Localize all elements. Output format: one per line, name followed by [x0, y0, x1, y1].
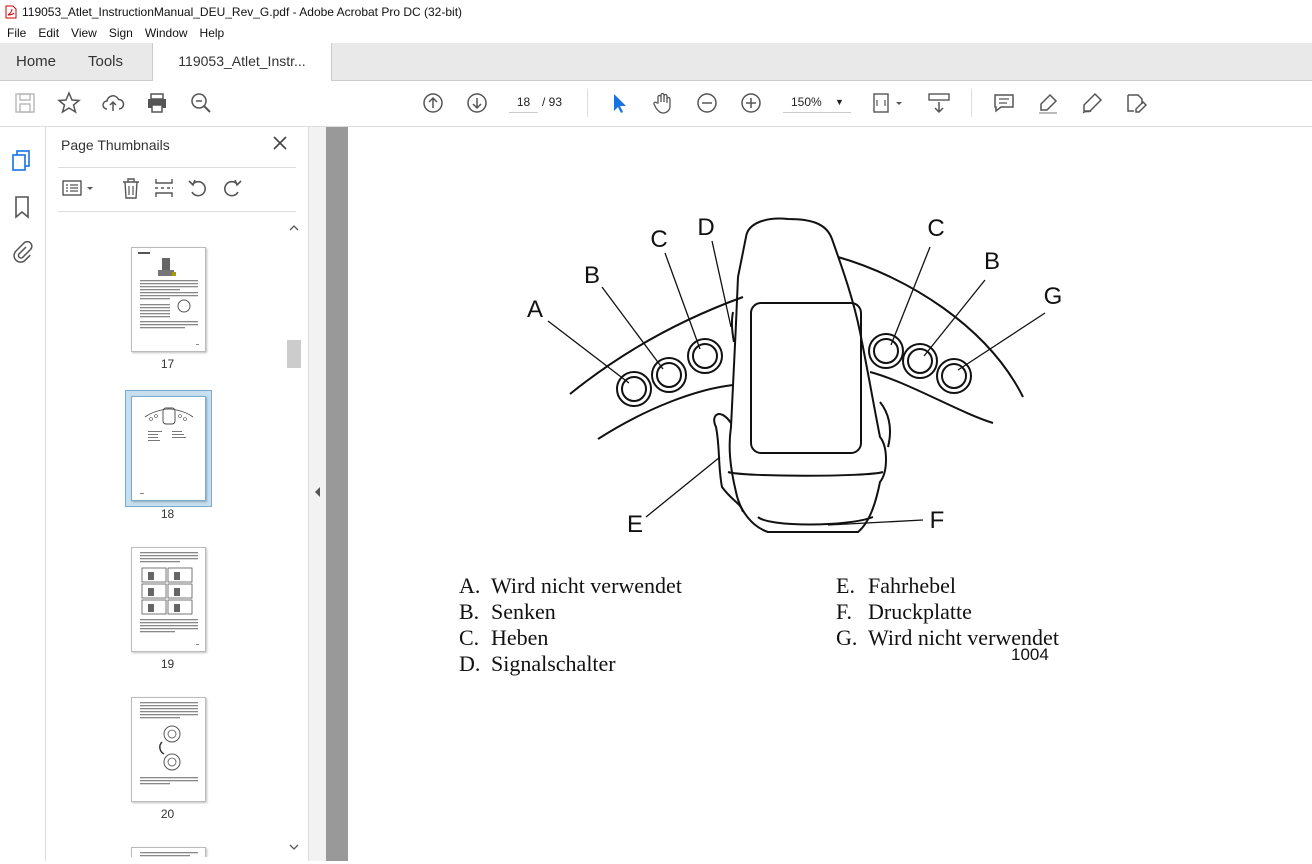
legend-key: E. [836, 573, 855, 598]
legend-text: Fahrhebel [868, 573, 956, 598]
comment-icon[interactable] [992, 91, 1016, 115]
legend-key: A. [459, 573, 481, 598]
toolbar-divider [587, 89, 588, 117]
zoom-in-icon[interactable] [739, 91, 763, 115]
rotate-clockwise-icon[interactable] [221, 176, 243, 200]
callout-c-left: C [650, 226, 667, 253]
callout-a: A [527, 296, 543, 323]
thumbnail-label: 17 [160, 357, 175, 371]
callout-c-right: C [927, 215, 944, 242]
title-bar: 119053_Atlet_InstructionManual_DEU_Rev_G… [0, 0, 1312, 23]
legend-text: Wird nicht verwendet [868, 625, 1059, 650]
tab-document[interactable]: 119053_Atlet_Instr... [152, 43, 332, 81]
legend-key: B. [459, 599, 480, 624]
callout-e: E [627, 511, 643, 538]
document-gutter [326, 127, 348, 861]
scrollbar-thumb[interactable] [287, 340, 301, 368]
previous-page-icon[interactable] [421, 91, 445, 115]
zoom-search-icon[interactable] [189, 91, 213, 115]
legend-item: D. Signalschalter [459, 651, 682, 677]
delete-page-icon[interactable] [120, 176, 142, 200]
legend-text: Heben [491, 625, 549, 650]
callout-b-right: B [984, 248, 1000, 275]
window-title: 119053_Atlet_InstructionManual_DEU_Rev_G… [22, 4, 463, 19]
draw-sign-icon[interactable] [1080, 91, 1104, 115]
close-icon[interactable] [272, 135, 288, 151]
chevron-down-icon: ▼ [835, 97, 844, 107]
save-icon[interactable] [13, 91, 37, 115]
callout-f: F [930, 507, 945, 534]
thumbnail-list: 17 18 19 20 [46, 212, 286, 857]
pdf-file-icon [5, 5, 17, 18]
menu-sign[interactable]: Sign [102, 26, 138, 40]
extract-pages-icon[interactable] [153, 176, 175, 200]
document-page: A B C D C B G E F 1004 A. Wird nicht verw… [348, 127, 1312, 861]
legend-left: A. Wird nicht verwendet B. Senken C. Heben … [459, 573, 682, 677]
menu-view[interactable]: View [64, 26, 102, 40]
thumbnail-label: 18 [160, 507, 175, 521]
legend-item: F. Druckplatte [836, 599, 1059, 625]
legend-text: Senken [491, 599, 556, 624]
thumbnail-page-21[interactable] [131, 847, 206, 857]
star-icon[interactable] [57, 91, 81, 115]
legend-key: F. [836, 599, 852, 624]
legend-text: Druckplatte [868, 599, 972, 624]
legend-item: C. Heben [459, 625, 682, 651]
legend-right: E. Fahrhebel F. Druckplatte G. Wird nicht v… [836, 573, 1059, 651]
page-total: / 93 [542, 95, 563, 109]
panel-title: Page Thumbnails [61, 137, 170, 153]
thumbnail-scrollbar[interactable] [287, 215, 301, 860]
callout-d: D [697, 214, 714, 241]
hand-tool-icon[interactable] [651, 91, 675, 115]
legend-text: Signalschalter [491, 651, 616, 676]
highlight-pen-icon[interactable] [1036, 91, 1060, 115]
left-rail [0, 127, 46, 861]
menu-window[interactable]: Window [138, 26, 193, 40]
legend-item: A. Wird nicht verwendet [459, 573, 682, 599]
tab-home[interactable]: Home [16, 43, 56, 80]
page-fit-icon[interactable] [871, 91, 905, 115]
page-number-input[interactable]: 18 [509, 92, 538, 113]
menu-help[interactable]: Help [193, 26, 230, 40]
joystick-control-diagram: A B C D C B G E F [527, 214, 1063, 538]
thumbnail-page-18[interactable] [131, 396, 206, 501]
zoom-level-value: 150% [791, 95, 822, 109]
bookmark-icon[interactable] [11, 195, 33, 219]
menu-file[interactable]: File [0, 26, 31, 40]
thumbnail-options-icon[interactable] [62, 176, 96, 200]
menu-edit[interactable]: Edit [31, 26, 64, 40]
zoom-level-dropdown[interactable]: 150% ▼ [783, 92, 851, 113]
callout-b-left: B [584, 262, 600, 289]
print-icon[interactable] [145, 91, 169, 115]
thumbnail-page-19[interactable] [131, 547, 206, 652]
tab-tools[interactable]: Tools [88, 43, 123, 80]
panel-divider [58, 167, 296, 168]
tab-bar: Home Tools 119053_Atlet_Instr... [0, 43, 1312, 81]
zoom-out-icon[interactable] [695, 91, 719, 115]
thumbnail-label: 19 [160, 657, 175, 671]
rotate-counterclockwise-icon[interactable] [187, 176, 209, 200]
legend-text: Wird nicht verwendet [491, 573, 682, 598]
select-cursor-icon[interactable] [607, 91, 631, 115]
legend-key: D. [459, 651, 481, 676]
cloud-upload-icon[interactable] [101, 91, 125, 115]
legend-key: G. [836, 625, 858, 650]
toolbar-divider [971, 89, 972, 117]
attachment-icon[interactable] [11, 240, 33, 264]
next-page-icon[interactable] [465, 91, 489, 115]
callout-g: G [1044, 283, 1063, 310]
legend-item: B. Senken [459, 599, 682, 625]
page-thumbnails-icon[interactable] [11, 149, 33, 173]
legend-key: C. [459, 625, 480, 650]
legend-item: G. Wird nicht verwendet [836, 625, 1059, 651]
panel-collapse-handle[interactable] [308, 127, 327, 861]
thumbnail-label: 20 [160, 807, 175, 821]
thumbnails-panel: Page Thumbnails 17 18 19 20 [46, 127, 308, 861]
scroll-mode-icon[interactable] [927, 91, 951, 115]
legend-item: E. Fahrhebel [836, 573, 1059, 599]
thumbnail-page-20[interactable] [131, 697, 206, 802]
fill-sign-icon[interactable] [1124, 91, 1148, 115]
thumbnail-page-17[interactable] [131, 247, 206, 352]
menu-bar: File Edit View Sign Window Help [0, 23, 1312, 43]
